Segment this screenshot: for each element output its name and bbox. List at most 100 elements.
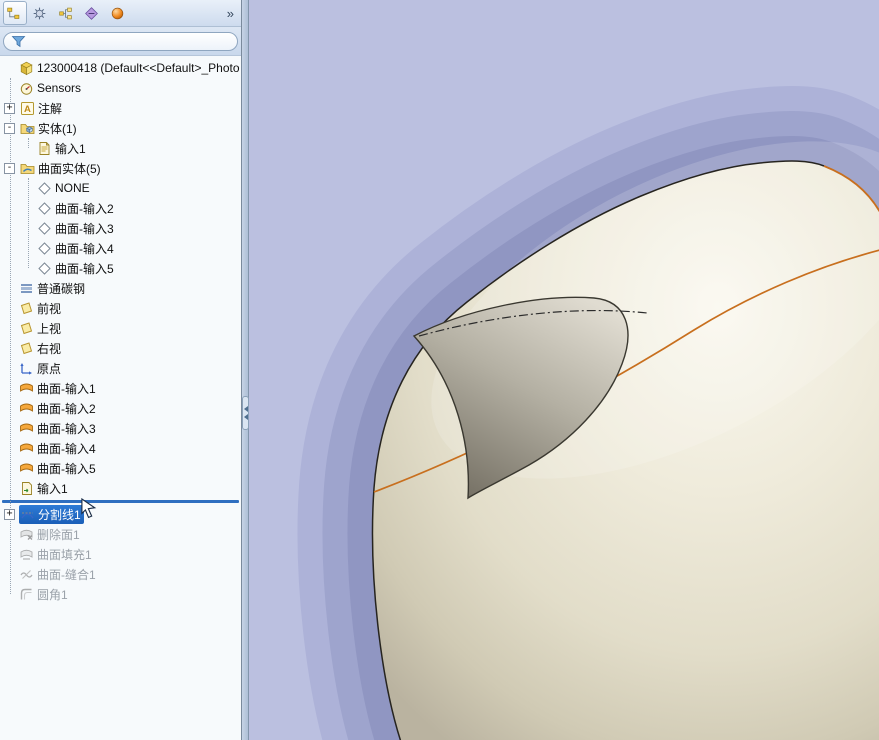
tree-item-label: 曲面-输入4 [55,241,114,256]
tree-item-surface-import5[interactable]: 曲面-输入5 [0,458,241,478]
tree-item-label: 曲面-输入1 [37,381,96,396]
tree-item-solid-import1[interactable]: 输入1 [0,138,241,158]
solid-bodies-icon [20,121,35,136]
surface-feature-icon [19,401,34,416]
tree-item-label: 输入1 [55,141,86,156]
tree-item-label: 曲面填充1 [37,547,92,562]
plane-icon [19,341,34,356]
filter-bar [0,27,241,56]
tree-item-surface-body-none[interactable]: NONE [0,178,241,198]
toolbar-overflow-button[interactable]: » [223,6,238,21]
tree-item-label: 原点 [37,361,62,376]
tree-item-surfacefill1[interactable]: 曲面填充1 [0,544,241,564]
svg-text:A: A [24,104,31,115]
collapse-icon[interactable]: - [4,122,15,134]
tree-item-annotations[interactable]: + A 注解 [0,98,241,118]
origin-icon [19,361,34,376]
tree-item-label: 曲面-输入3 [37,421,96,436]
tree-item-fillet1[interactable]: 圆角1 [0,584,241,604]
feature-manager-tab[interactable] [3,1,27,25]
tree-item-knit1[interactable]: 曲面-缝合1 [0,564,241,584]
feature-manager-icon [6,6,21,21]
tree-item-surface-bodies[interactable]: - 曲面实体(5) [0,158,241,178]
surface-feature-icon [19,421,34,436]
viewport[interactable] [249,0,879,740]
import-doc-icon [37,141,52,156]
dimxpert-manager-tab[interactable] [81,1,105,25]
tree-item-surface-body-import2[interactable]: 曲面-输入2 [0,198,241,218]
collapse-arrows-icon[interactable] [242,396,249,430]
panel-toolbar: » [0,0,241,27]
tree-item-sensors[interactable]: Sensors [0,78,241,98]
delete-face-icon [19,527,34,542]
tree-item-label: Sensors [37,81,82,95]
tree-item-material[interactable]: 普通碳钢 [0,278,241,298]
tree-item-surface-body-import5[interactable]: 曲面-输入5 [0,258,241,278]
tree-item-label: 右视 [37,341,62,356]
drag-cursor-icon [81,498,97,519]
part-icon [19,61,34,76]
feature-tree: 123000418 (Default<<Default>_Photo Sensor… [0,56,241,740]
surface-bodies-icon [20,161,35,176]
tree-item-origin[interactable]: 原点 [0,358,241,378]
plane-icon [19,321,34,336]
tree-item-label: 前视 [37,301,62,316]
feature-manager-panel: » 123000418 (Default<<Default>_Photo Sens… [0,0,242,740]
filter-input-wrap[interactable] [3,31,238,51]
expand-icon[interactable]: + [4,508,15,520]
tree-item-root[interactable]: 123000418 (Default<<Default>_Photo [0,58,241,78]
panel-splitter[interactable] [242,0,249,740]
surface-fill-icon [19,547,34,562]
plane-icon [19,301,34,316]
tree-item-surface-import1[interactable]: 曲面-输入1 [0,378,241,398]
filter-icon [11,34,26,49]
rollback-bar-line[interactable] [2,499,239,503]
sensors-icon [19,81,34,96]
tree-item-label: 曲面-输入2 [55,201,114,216]
imported-feature-icon [19,481,34,496]
tree-item-surface-import2[interactable]: 曲面-输入2 [0,398,241,418]
surface-feature-icon [19,461,34,476]
tree-item-label: 曲面-输入4 [37,441,96,456]
collapse-icon[interactable]: - [4,162,15,174]
configuration-manager-icon [58,6,73,21]
surface-body-icon [37,261,52,276]
tree-item-solid-bodies[interactable]: - 实体(1) [0,118,241,138]
configuration-manager-tab[interactable] [55,1,79,25]
display-manager-tab[interactable] [107,1,131,25]
tree-item-label: 实体(1) [38,121,77,136]
dimxpert-manager-icon [84,6,99,21]
material-icon [19,281,34,296]
tree-item-label: 曲面-输入2 [37,401,96,416]
tree-item-surface-import3[interactable]: 曲面-输入3 [0,418,241,438]
tree-item-surface-import4[interactable]: 曲面-输入4 [0,438,241,458]
splitline-icon [20,507,35,522]
tree-item-label: 上视 [37,321,62,336]
tree-item-label: 删除面1 [37,527,80,542]
tree-item-label: 圆角1 [37,587,68,602]
tree-item-label: 普通碳钢 [37,281,86,296]
tree-item-label: 曲面-输入3 [55,221,114,236]
surface-body-icon [37,201,52,216]
tree-item-surface-body-import4[interactable]: 曲面-输入4 [0,238,241,258]
surface-body-icon [37,221,52,236]
tree-item-deleteface1[interactable]: 删除面1 [0,524,241,544]
tree-item-right-plane[interactable]: 右视 [0,338,241,358]
tree-item-label: 曲面-输入5 [55,261,114,276]
knit-icon [19,567,34,582]
tree-item-splitline1[interactable]: + 分割线1 [0,504,241,524]
property-manager-tab[interactable] [29,1,53,25]
solidworks-window: » 123000418 (Default<<Default>_Photo Sens… [0,0,879,740]
tree-item-import1[interactable]: 输入1 [0,478,241,498]
tree-item-label: 曲面-输入5 [37,461,96,476]
tree-item-front-plane[interactable]: 前视 [0,298,241,318]
fillet-icon [19,587,34,602]
property-manager-icon [32,6,47,21]
tree-item-top-plane[interactable]: 上视 [0,318,241,338]
tree-item-label: 曲面实体(5) [38,161,101,176]
expand-icon[interactable]: + [4,102,15,114]
tree-item-label: 曲面-缝合1 [37,567,96,582]
filter-input[interactable] [33,34,230,48]
tree-item-label: 分割线1 [38,507,81,522]
tree-item-surface-body-import3[interactable]: 曲面-输入3 [0,218,241,238]
